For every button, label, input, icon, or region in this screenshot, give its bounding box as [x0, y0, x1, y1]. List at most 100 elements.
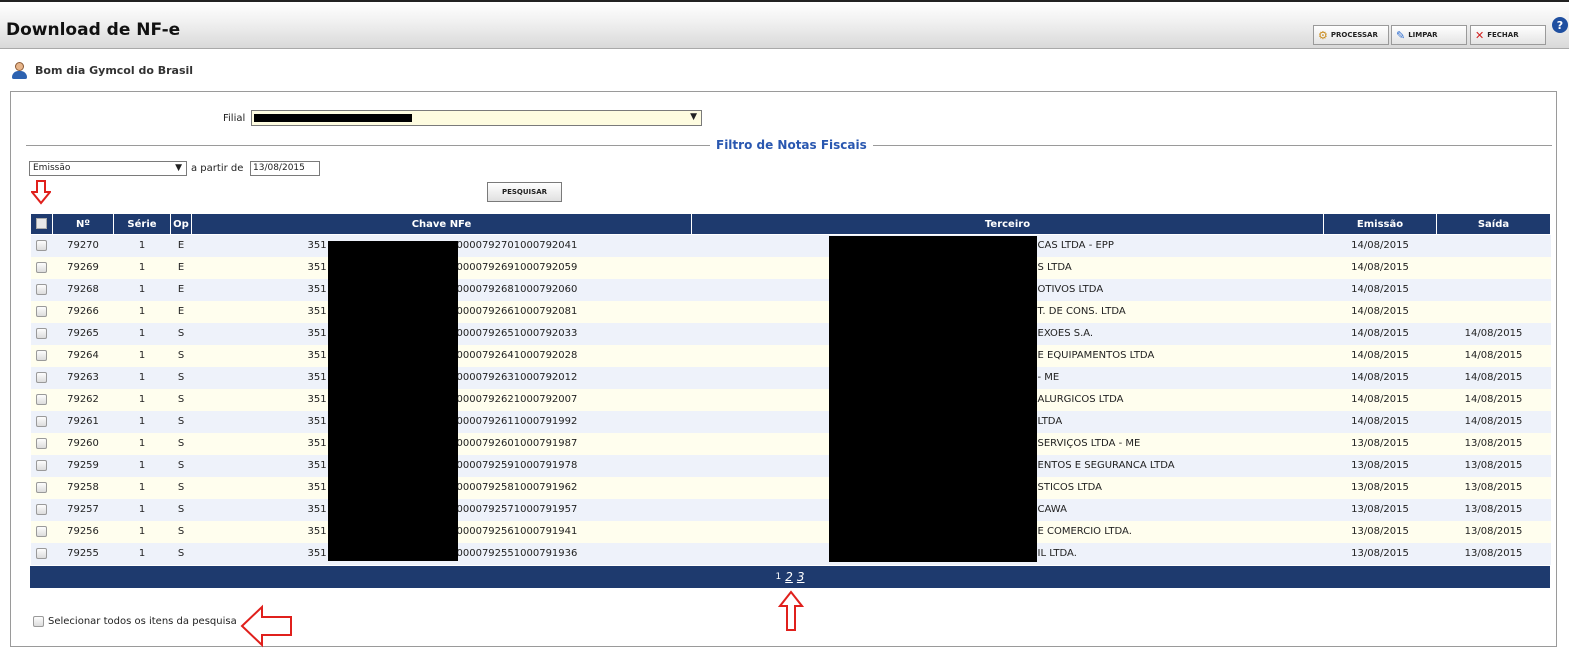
- col-header-emissao[interactable]: Emissão: [1323, 213, 1437, 235]
- cell-emissao: 14/08/2015: [1323, 388, 1437, 411]
- chave-suffix: 0000792701000792041: [456, 240, 578, 251]
- row-checkbox[interactable]: [36, 503, 47, 515]
- row-checkbox-cell[interactable]: [30, 300, 53, 323]
- row-checkbox-cell[interactable]: [30, 520, 53, 543]
- table-row[interactable]: 79258 1 S 351 0000792581000791962 STICOS LTDA…: [30, 476, 1551, 499]
- row-checkbox[interactable]: [36, 547, 47, 559]
- table-row[interactable]: 79268 1 E 351 0000792681000792060 OTIVOS LTDA…: [30, 278, 1551, 301]
- row-checkbox-cell[interactable]: [30, 234, 53, 257]
- row-checkbox-cell[interactable]: [30, 278, 53, 301]
- filial-select[interactable]: ▼: [251, 110, 702, 126]
- limpar-label: LIMPAR: [1408, 31, 1438, 39]
- terceiro-text: CAWA: [1037, 503, 1067, 515]
- chave-prefix: 351: [307, 240, 327, 251]
- nfe-table: Nº Série Op Chave NFe Terceiro Emissão S…: [30, 213, 1551, 565]
- select-all-results[interactable]: Selecionar todos os itens da pesquisa: [33, 616, 237, 627]
- table-row[interactable]: 79261 1 S 351 0000792611000791992 LTDA 14/08/2…: [30, 410, 1551, 433]
- col-header-terceiro[interactable]: Terceiro: [691, 213, 1324, 235]
- table-row[interactable]: 79256 1 S 351 0000792561000791941 E COMERCIO …: [30, 520, 1551, 543]
- row-checkbox[interactable]: [36, 415, 47, 427]
- cell-emissao: 14/08/2015: [1323, 278, 1437, 301]
- row-checkbox[interactable]: [36, 283, 47, 295]
- cell-serie: 1: [113, 388, 171, 411]
- chave-prefix: 351: [307, 349, 327, 361]
- cell-numero: 79259: [52, 454, 114, 477]
- table-row[interactable]: 79255 1 S 351 0000792551000791936 IL LTDA. 13/…: [30, 542, 1551, 565]
- table-row[interactable]: 79259 1 S 351 0000792591000791978 ENTOS E SEG…: [30, 454, 1551, 477]
- row-checkbox-cell[interactable]: [30, 498, 53, 521]
- col-header-numero[interactable]: Nº: [52, 213, 114, 235]
- terceiro-text: E COMERCIO LTDA.: [1037, 525, 1132, 537]
- row-checkbox-cell[interactable]: [30, 542, 53, 565]
- chave-prefix: 351: [307, 393, 327, 405]
- row-checkbox[interactable]: [36, 327, 47, 339]
- row-checkbox[interactable]: [36, 240, 47, 251]
- table-row[interactable]: 79266 1 E 351 0000792661000792081 T. DE CONS.…: [30, 300, 1551, 323]
- chave-prefix: 351: [307, 371, 327, 383]
- processar-button[interactable]: ⚙ PROCESSAR: [1313, 25, 1389, 45]
- col-header-op[interactable]: Op: [170, 213, 192, 235]
- row-checkbox-cell[interactable]: [30, 366, 53, 389]
- col-header-saida[interactable]: Saída: [1436, 213, 1551, 235]
- row-checkbox-cell[interactable]: [30, 410, 53, 433]
- cell-numero: 79257: [52, 498, 114, 521]
- fechar-button[interactable]: ✕ FECHAR: [1470, 25, 1546, 45]
- pesquisar-button[interactable]: PESQUISAR: [487, 182, 562, 202]
- chave-suffix: 0000792611000791992: [456, 415, 578, 427]
- row-checkbox-cell[interactable]: [30, 344, 53, 367]
- table-row[interactable]: 79270 1 E 351 0000792701000792041 CAS LTDA - …: [30, 234, 1551, 257]
- from-date-input[interactable]: 13/08/2015: [250, 161, 320, 176]
- table-row[interactable]: 79260 1 S 351 0000792601000791987 SERVIÇOS LT…: [30, 432, 1551, 455]
- chave-suffix: 0000792601000791987: [456, 437, 578, 449]
- row-checkbox-cell[interactable]: [30, 432, 53, 455]
- row-checkbox[interactable]: [36, 349, 47, 361]
- table-row[interactable]: 79257 1 S 351 0000792571000791957 CAWA 13/08/2…: [30, 498, 1551, 521]
- chave-suffix: 0000792641000792028: [456, 349, 578, 361]
- cell-op: E: [170, 300, 192, 323]
- row-checkbox[interactable]: [36, 459, 47, 471]
- table-row[interactable]: 79263 1 S 351 0000792631000792012 - ME 14/08/2…: [30, 366, 1551, 389]
- table-row[interactable]: 79262 1 S 351 0000792621000792007 ALURGICOS L…: [30, 388, 1551, 411]
- cell-emissao: 13/08/2015: [1323, 476, 1437, 499]
- col-header-serie[interactable]: Série: [113, 213, 171, 235]
- filial-label: Filial: [223, 113, 246, 124]
- table-header-row: Nº Série Op Chave NFe Terceiro Emissão S…: [30, 213, 1551, 235]
- cell-emissao: 14/08/2015: [1323, 366, 1437, 389]
- row-checkbox[interactable]: [36, 437, 47, 449]
- select-all-header-checkbox[interactable]: [30, 213, 53, 235]
- page-current: 1: [775, 572, 782, 582]
- row-checkbox[interactable]: [36, 305, 47, 317]
- page-link-2[interactable]: 2: [785, 570, 793, 584]
- col-header-chave[interactable]: Chave NFe: [191, 213, 692, 235]
- terceiro-text: OTIVOS LTDA: [1037, 283, 1104, 295]
- cell-saida: 13/08/2015: [1436, 476, 1551, 499]
- cell-saida: 14/08/2015: [1436, 344, 1551, 367]
- row-checkbox[interactable]: [36, 371, 47, 383]
- row-checkbox-cell[interactable]: [30, 256, 53, 279]
- fechar-label: FECHAR: [1487, 31, 1519, 39]
- table-row[interactable]: 79269 1 E 351 0000792691000792059 S LTDA 14/08…: [30, 256, 1551, 279]
- table-row[interactable]: 79265 1 S 351 0000792651000792033 EXOES S.A. 1…: [30, 322, 1551, 345]
- cell-op: S: [170, 366, 192, 389]
- select-all-checkbox[interactable]: [33, 616, 44, 627]
- cell-op: S: [170, 498, 192, 521]
- date-type-select[interactable]: Emissão ▼: [29, 161, 187, 176]
- help-icon[interactable]: ?: [1552, 17, 1568, 33]
- page-link-3[interactable]: 3: [797, 570, 805, 584]
- row-checkbox[interactable]: [36, 393, 47, 405]
- row-checkbox-cell[interactable]: [30, 322, 53, 345]
- row-checkbox-cell[interactable]: [30, 454, 53, 477]
- cell-serie: 1: [113, 256, 171, 279]
- chave-prefix: 351: [307, 547, 327, 559]
- row-checkbox[interactable]: [36, 481, 47, 493]
- table-row[interactable]: 79264 1 S 351 0000792641000792028 E EQUIPAMEN…: [30, 344, 1551, 367]
- row-checkbox[interactable]: [36, 525, 47, 537]
- row-checkbox[interactable]: [36, 261, 47, 273]
- dropdown-arrow-icon: ▼: [690, 112, 697, 122]
- chave-prefix: 351: [307, 481, 327, 493]
- cell-saida: 13/08/2015: [1436, 454, 1551, 477]
- row-checkbox-cell[interactable]: [30, 388, 53, 411]
- row-checkbox-cell[interactable]: [30, 476, 53, 499]
- cell-serie: 1: [113, 410, 171, 433]
- limpar-button[interactable]: ✎ LIMPAR: [1391, 25, 1467, 45]
